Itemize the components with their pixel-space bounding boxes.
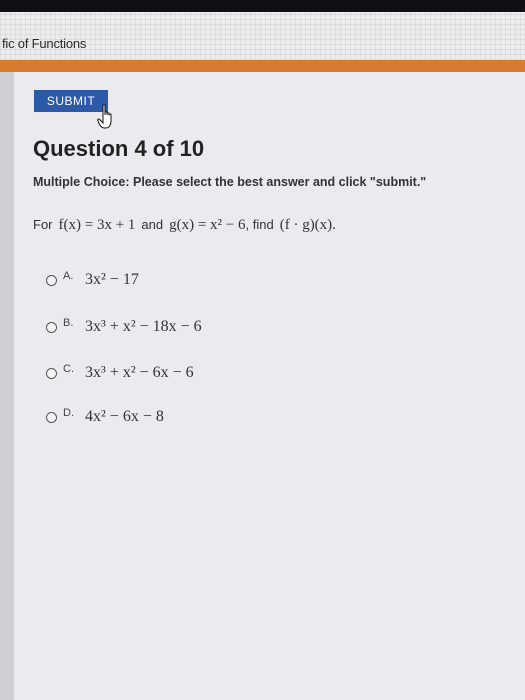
choice-c[interactable]: C. 3x³ + x² − 6x − 6: [46, 361, 194, 385]
radio-button[interactable]: [46, 274, 57, 286]
question-prompt: For f(x) = 3x + 1 and g(x) = x² − 6 , fi…: [33, 217, 336, 234]
instructions-text: Multiple Choice: Please select the best …: [33, 175, 427, 189]
monitor-bezel: [0, 0, 525, 12]
choice-a[interactable]: A. 3x² − 17: [46, 268, 139, 292]
choice-expression: 4x² − 6x − 8: [85, 408, 164, 425]
choice-expression: 3x³ + x² − 6x − 6: [85, 364, 194, 381]
radio-button[interactable]: [46, 321, 57, 333]
g-definition: g(x) = x² − 6: [169, 217, 246, 233]
choice-expression: 3x² − 17: [85, 271, 139, 288]
choice-letter: C.: [63, 363, 74, 375]
choice-b[interactable]: B. 3x³ + x² − 18x − 6: [46, 315, 202, 339]
hand-pointer-icon: [97, 104, 112, 129]
f-definition: f(x) = 3x + 1: [58, 217, 136, 233]
prompt-intro: For: [33, 217, 53, 232]
choice-d[interactable]: D. 4x² − 6x − 8: [46, 405, 164, 429]
radio-button[interactable]: [46, 367, 57, 379]
question-title: Question 4 of 10: [33, 136, 205, 161]
radio-button[interactable]: [46, 411, 57, 423]
composition-target: (f · g)(x).: [279, 217, 336, 233]
question-panel: SUBMIT Question 4 of 10 Multiple Choice:…: [14, 72, 525, 700]
accent-bar: [0, 60, 525, 72]
breadcrumb: fic of Functions: [2, 36, 87, 51]
prompt-and: and: [141, 217, 164, 232]
choice-letter: D.: [63, 407, 74, 419]
choice-expression: 3x³ + x² − 18x − 6: [85, 318, 202, 335]
choice-letter: A.: [63, 270, 74, 282]
choice-letter: B.: [63, 317, 74, 329]
prompt-find: , find: [245, 217, 274, 232]
